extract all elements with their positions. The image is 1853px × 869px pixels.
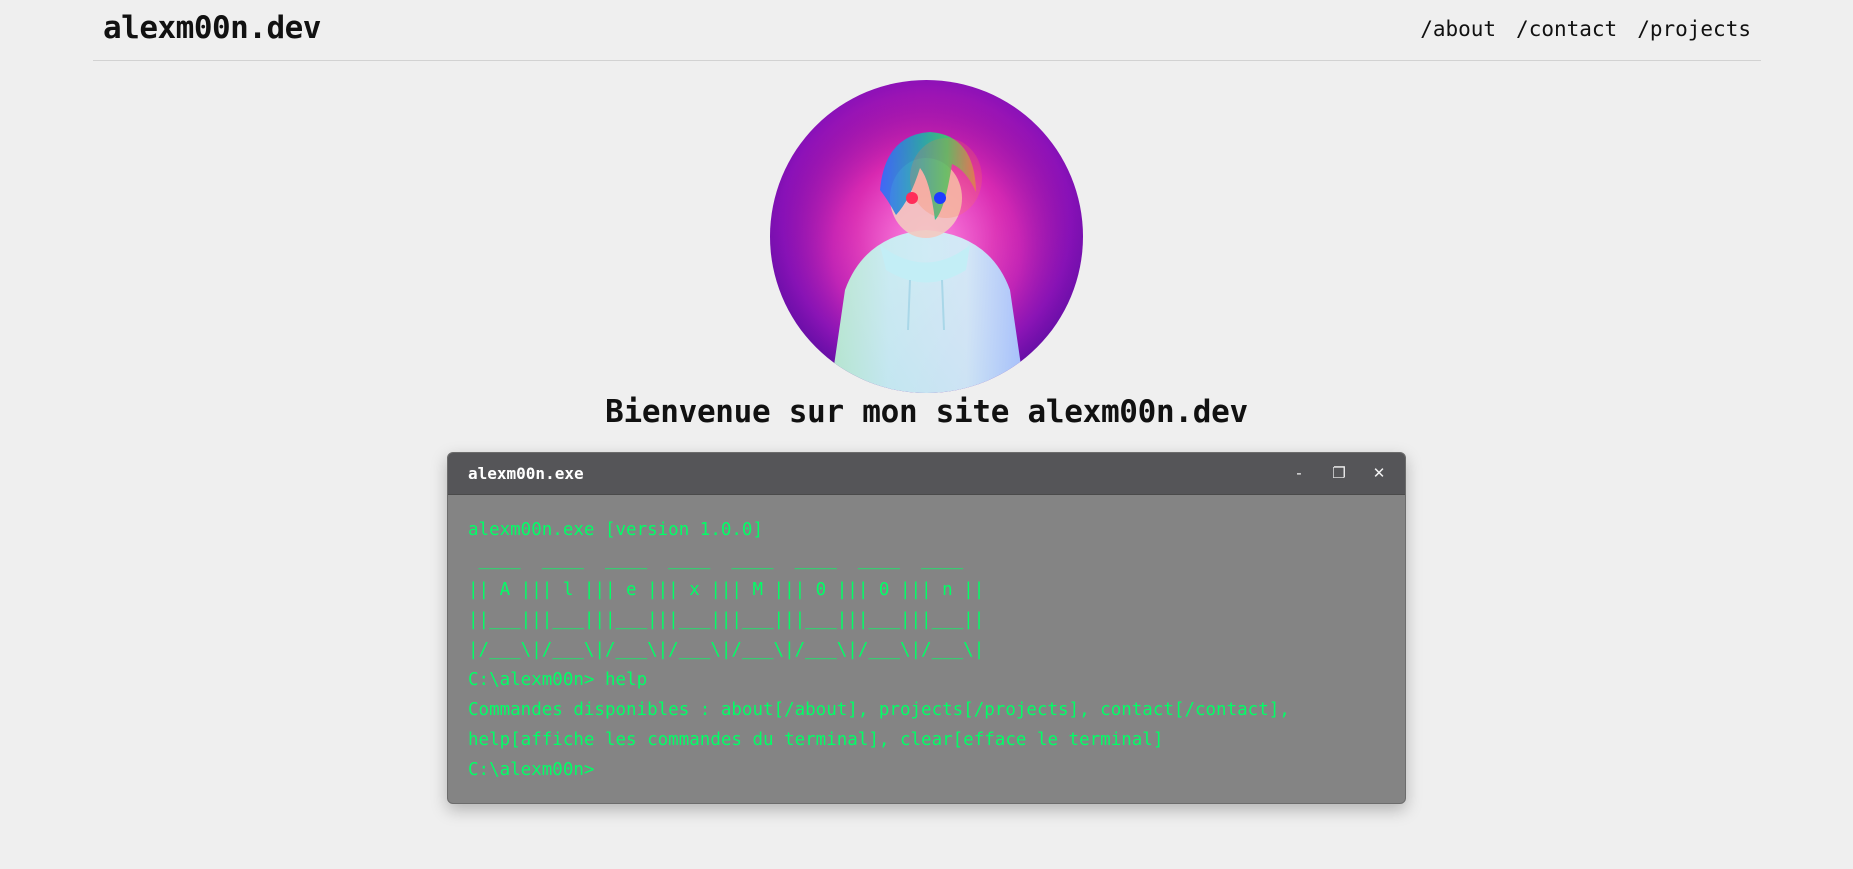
- terminal-line: alexm00n.exe [version 1.0.0]: [468, 520, 764, 540]
- nav-link-projects[interactable]: /projects: [1637, 17, 1751, 41]
- nav-link-contact[interactable]: /contact: [1516, 17, 1617, 41]
- nav-link-about[interactable]: /about: [1420, 17, 1496, 41]
- terminal-line: || A ||| l ||| e ||| x ||| M ||| 0 ||| 0…: [468, 580, 985, 600]
- window-controls: - ❐ ✕: [1281, 461, 1397, 485]
- maximize-button[interactable]: ❐: [1321, 461, 1357, 485]
- terminal-prompt-row: C:\alexm00n>: [468, 755, 1385, 785]
- terminal-line: help[affiche les commandes du terminal],…: [468, 730, 1164, 750]
- close-button[interactable]: ✕: [1361, 461, 1397, 485]
- terminal-input[interactable]: [594, 755, 1201, 785]
- avatar-illustration-icon: [770, 80, 1083, 393]
- terminal-line: |/___\|/___\|/___\|/___\|/___\|/___\|/__…: [468, 640, 985, 660]
- terminal-line: ____ ____ ____ ____ ____ ____ ____ ____: [468, 550, 964, 570]
- terminal-window: alexm00n.exe - ❐ ✕ alexm00n.exe [version…: [447, 452, 1406, 804]
- site-header: alexm00n.dev /about /contact /projects: [93, 0, 1761, 61]
- main-nav: /about /contact /projects: [1420, 17, 1751, 41]
- site-title-link[interactable]: alexm00n.dev: [103, 10, 321, 46]
- welcome-heading: Bienvenue sur mon site alexm00n.dev: [605, 394, 1248, 430]
- minimize-button[interactable]: -: [1281, 461, 1317, 485]
- terminal-prompt: C:\alexm00n>: [468, 760, 595, 780]
- avatar: [770, 80, 1083, 393]
- terminal-output: alexm00n.exe [version 1.0.0] ____ ____ _…: [448, 495, 1405, 785]
- terminal-line: C:\alexm00n> help: [468, 670, 648, 690]
- page: alexm00n.dev /about /contact /projects B…: [0, 0, 1853, 869]
- terminal-line: Commandes disponibles : about[/about], p…: [468, 700, 1290, 720]
- terminal-titlebar[interactable]: alexm00n.exe - ❐ ✕: [448, 453, 1405, 495]
- terminal-line: ||___|||___|||___|||___|||___|||___|||__…: [468, 610, 985, 630]
- terminal-title: alexm00n.exe: [468, 464, 584, 483]
